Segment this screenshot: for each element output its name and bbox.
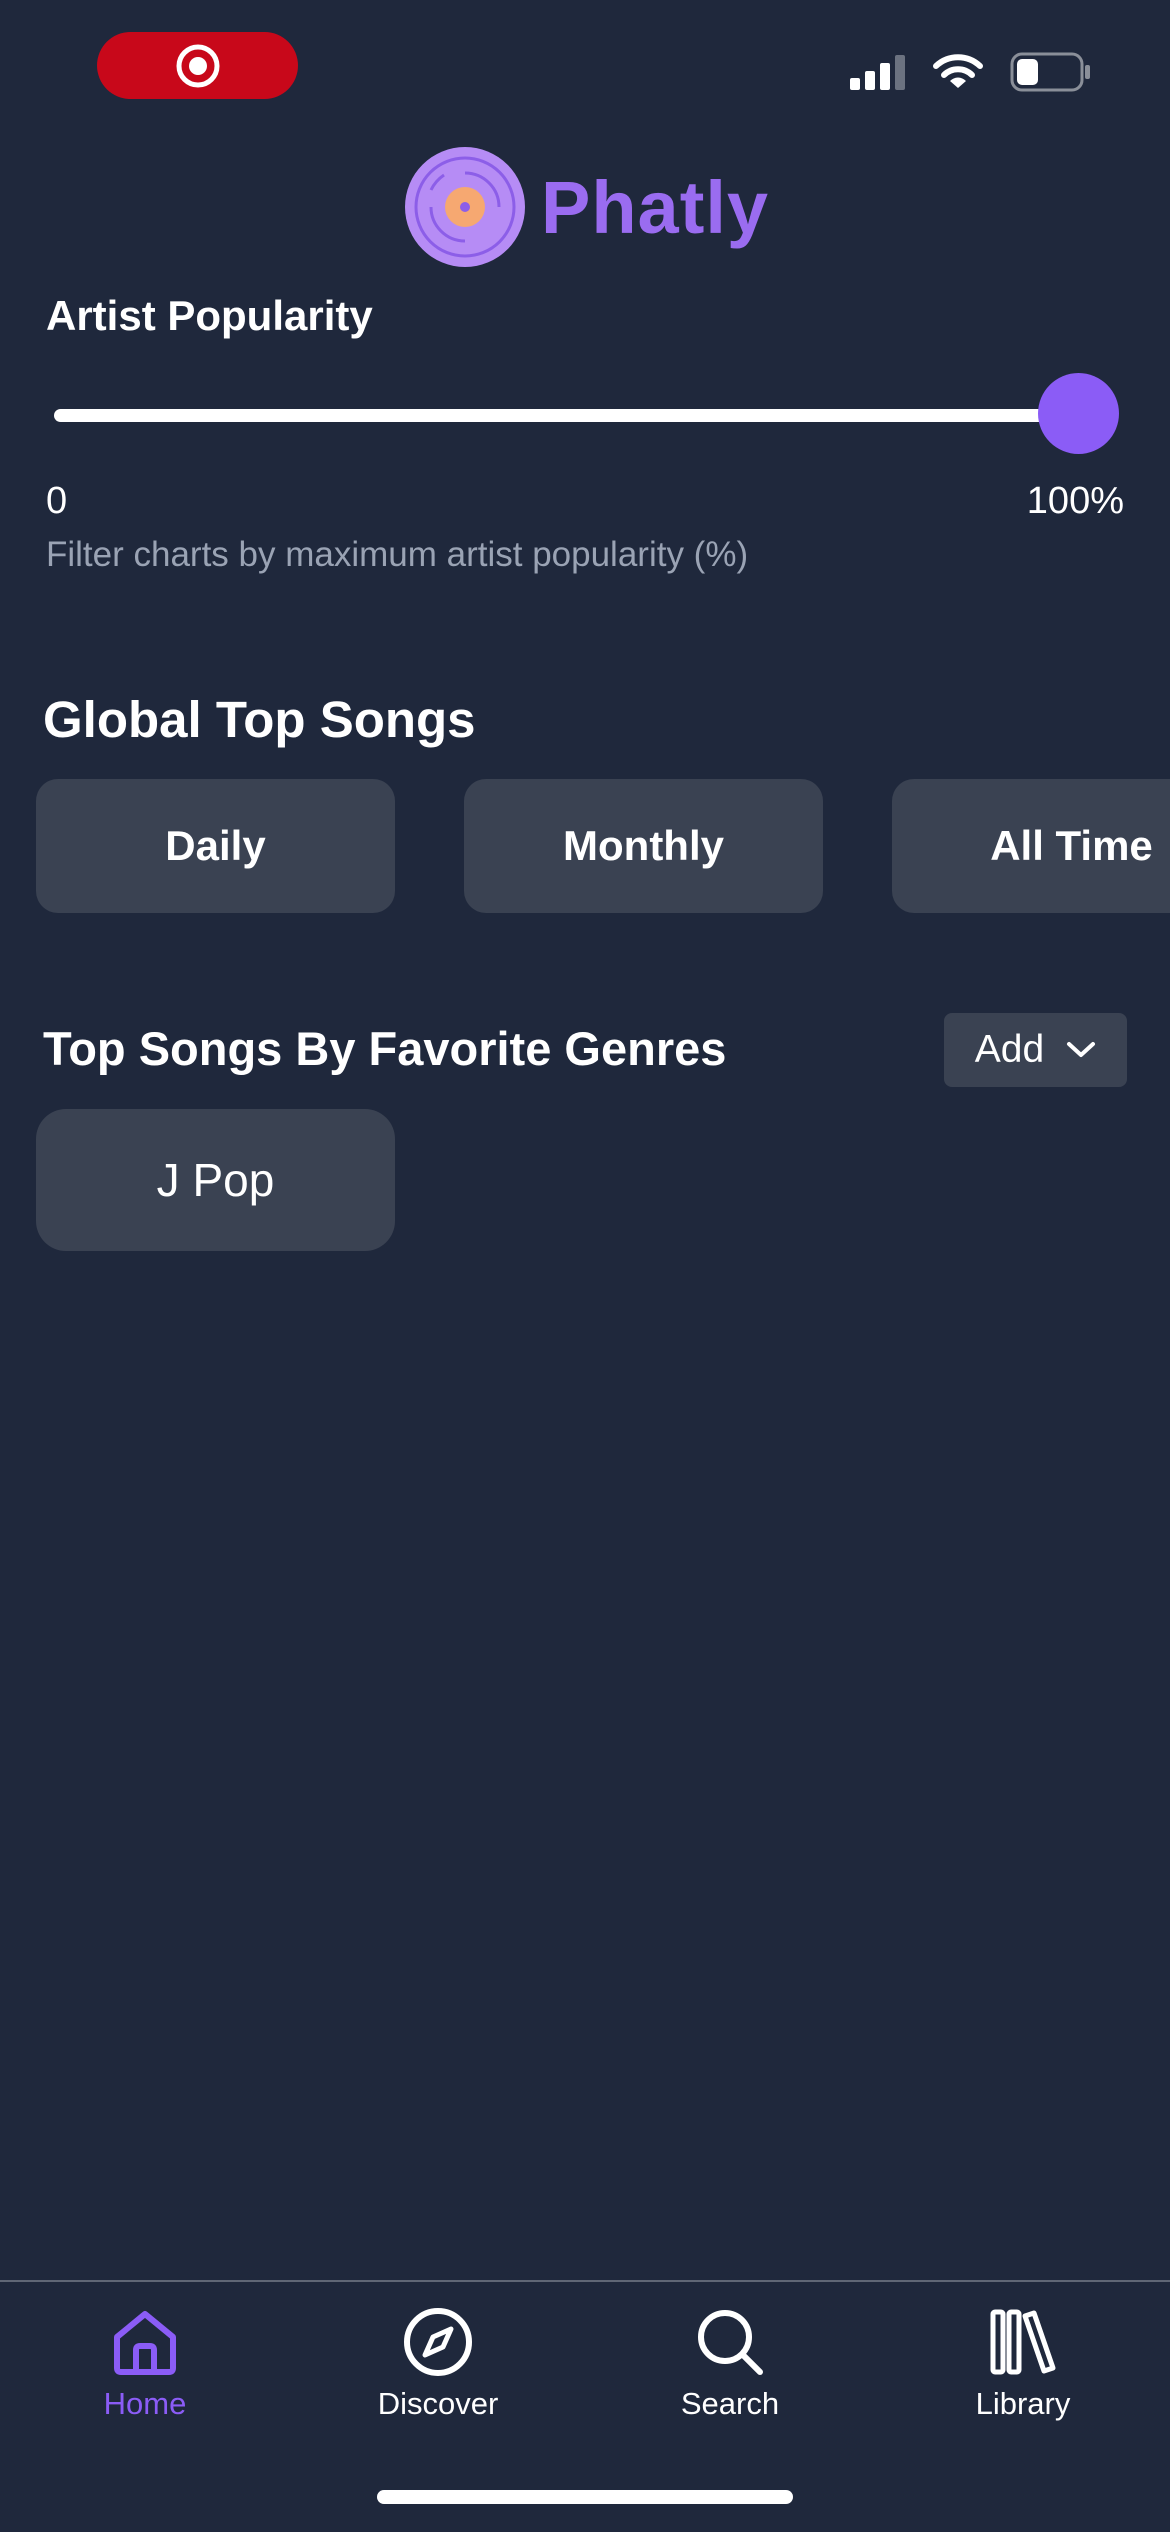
tab-library[interactable]: Library — [913, 2306, 1133, 2422]
tab-home-label: Home — [103, 2386, 187, 2421]
status-icons — [850, 52, 1092, 92]
genre-chip-j-pop[interactable]: J Pop — [36, 1109, 395, 1251]
wifi-icon — [933, 54, 983, 88]
tab-search[interactable]: Search — [620, 2306, 840, 2422]
home-indicator[interactable] — [377, 2490, 793, 2504]
artist-popularity-label: Artist Popularity — [46, 292, 373, 339]
library-icon — [990, 2309, 1056, 2375]
tab-discover-label: Discover — [377, 2386, 499, 2421]
tab-search-label: Search — [680, 2386, 780, 2421]
home-icon — [114, 2311, 176, 2375]
slider-min-label: 0 — [46, 480, 68, 522]
add-genre-button[interactable]: Add — [944, 1013, 1127, 1087]
daily-button[interactable]: Daily — [36, 779, 395, 913]
app-screen: Phatly Artist Popularity 0 100% Filter c… — [0, 0, 1170, 2532]
app-logo: Phatly — [403, 145, 769, 269]
all-time-button[interactable]: All Time — [892, 779, 1170, 913]
tab-library-label: Library — [975, 2386, 1071, 2421]
popularity-slider-thumb[interactable] — [1037, 373, 1119, 454]
chevron-down-icon — [1067, 1042, 1096, 1057]
slider-help-text: Filter charts by maximum artist populari… — [46, 535, 749, 574]
monthly-button[interactable]: Monthly — [464, 779, 823, 913]
vinyl-record-icon — [405, 147, 525, 267]
popularity-slider-track[interactable] — [54, 409, 1078, 422]
tab-home[interactable]: Home — [35, 2306, 255, 2422]
app-name: Phatly — [541, 165, 770, 249]
tab-discover[interactable]: Discover — [328, 2306, 548, 2422]
record-icon — [176, 44, 219, 87]
battery-icon — [1010, 52, 1090, 92]
slider-max-label: 100% — [1026, 480, 1124, 522]
search-icon — [698, 2310, 763, 2375]
add-genre-label: Add — [974, 1028, 1045, 1071]
compass-icon — [404, 2308, 472, 2376]
cellular-signal-icon — [850, 55, 905, 90]
favorite-genres-title: Top Songs By Favorite Genres — [43, 1022, 727, 1075]
global-top-songs-title: Global Top Songs — [43, 691, 476, 748]
screen-recording-indicator[interactable] — [97, 32, 298, 99]
